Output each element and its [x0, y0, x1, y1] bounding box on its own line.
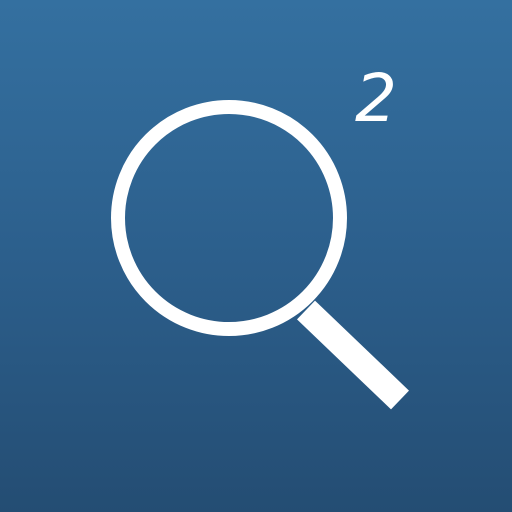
magnifier-handle [297, 300, 409, 410]
magnifier-icon [111, 100, 409, 410]
superscript-two: 2 [355, 60, 397, 137]
magnifier-lens [111, 100, 347, 336]
app-icon: 2 [0, 0, 512, 512]
